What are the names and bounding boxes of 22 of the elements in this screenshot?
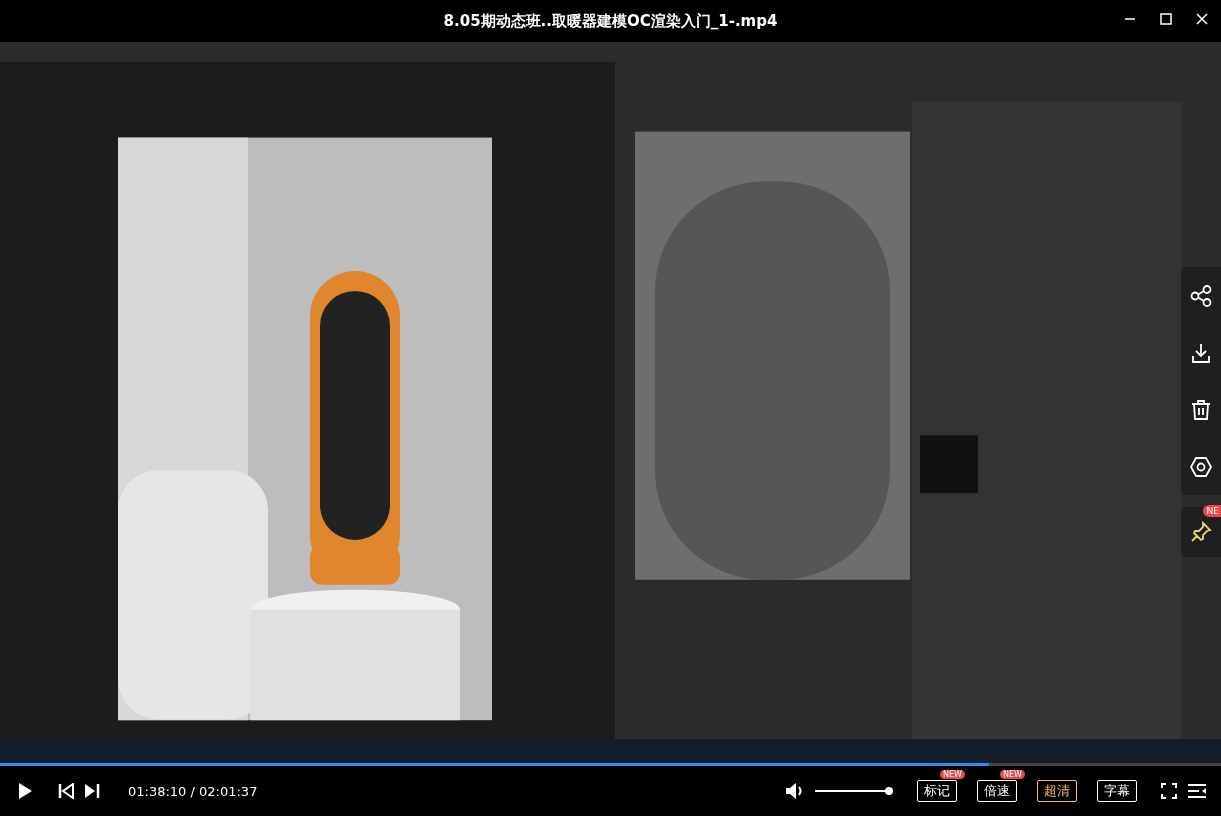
play-icon[interactable] [16, 782, 34, 800]
player-button[interactable]: 超清 [1037, 780, 1077, 802]
player-button[interactable]: 字幕 [1097, 780, 1137, 802]
player-button[interactable]: 倍速 [977, 780, 1017, 802]
playlist-icon[interactable] [1187, 783, 1207, 799]
maximize-icon[interactable] [1159, 12, 1173, 26]
next-icon[interactable] [84, 783, 100, 799]
time-display: 01:38:10 / 02:01:37 [128, 783, 258, 799]
new-badge: NEW [940, 770, 965, 779]
close-icon[interactable] [1195, 12, 1209, 26]
player-button[interactable]: 标记 [917, 780, 957, 802]
download-icon[interactable] [1190, 341, 1212, 364]
new-badge: NEW [1000, 770, 1025, 779]
previous-icon[interactable] [58, 783, 74, 799]
share-icon[interactable] [1190, 284, 1212, 307]
progress-track[interactable] [0, 763, 1221, 766]
trash-icon[interactable] [1190, 398, 1212, 421]
fullscreen-icon[interactable] [1161, 783, 1177, 799]
pin-icon[interactable] [1190, 521, 1212, 543]
window-title: 8.05期动态班..取暖器建模OC渲染入门_1-.mp4 [443, 11, 778, 31]
hexagon-icon[interactable] [1190, 455, 1212, 478]
new-badge: NE [1202, 505, 1221, 517]
